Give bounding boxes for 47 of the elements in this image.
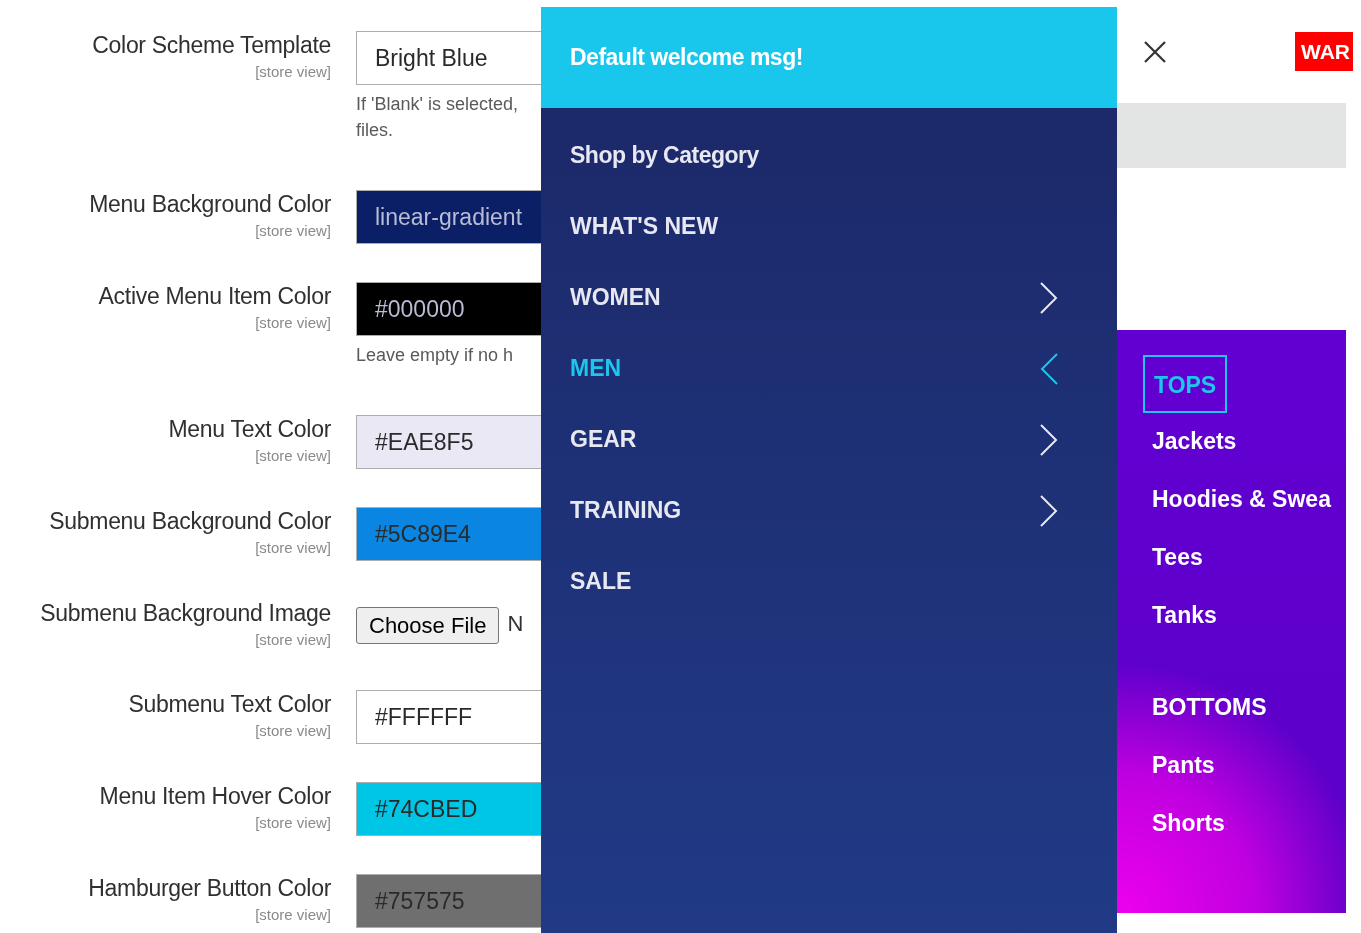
field-label: Active Menu Item Color xyxy=(98,282,331,310)
file-status: N xyxy=(507,610,524,638)
field-label: Menu Text Color xyxy=(168,415,331,443)
submenu-link[interactable]: Shorts xyxy=(1143,795,1234,853)
scope-label: [store view] xyxy=(255,722,331,740)
scope-label: [store view] xyxy=(255,314,331,332)
submenu-link[interactable]: Hoodies & Swea xyxy=(1143,471,1340,529)
promo-badge: WAR xyxy=(1295,31,1353,72)
menu-item[interactable]: SALE xyxy=(541,546,1117,617)
scope-label: [store view] xyxy=(255,447,331,465)
welcome-message: Default welcome msg! xyxy=(541,7,1117,108)
scope-label: [store view] xyxy=(255,539,331,557)
menu-item[interactable]: TRAINING xyxy=(541,475,1117,546)
field-label: Hamburger Button Color xyxy=(88,874,331,902)
scope-label: [store view] xyxy=(255,631,331,649)
field-label: Submenu Background Color xyxy=(49,507,331,535)
color-field[interactable]: #74CBED xyxy=(356,782,541,836)
color-field[interactable]: linear-gradient xyxy=(356,190,541,244)
menu-item[interactable]: WHAT'S NEW xyxy=(541,191,1117,262)
field-label: Menu Background Color xyxy=(89,190,331,218)
scope-label: [store view] xyxy=(255,906,331,924)
scope-label: [store view] xyxy=(255,222,331,240)
submenu-link[interactable]: Jackets xyxy=(1143,413,1246,471)
submenu-link[interactable]: Pants xyxy=(1143,737,1224,795)
field-label: Submenu Text Color xyxy=(128,690,331,718)
menu-item[interactable]: GEAR xyxy=(541,404,1117,475)
scope-label: [store view] xyxy=(255,814,331,832)
menu-item[interactable]: MEN xyxy=(541,333,1117,404)
choose-file-button[interactable]: Choose File xyxy=(356,607,500,644)
menu-item[interactable]: WOMEN xyxy=(541,262,1117,333)
hint-text: Leave empty if no h xyxy=(356,344,515,367)
color-field[interactable]: #FFFFFF xyxy=(356,690,541,744)
submenu-link[interactable]: Tanks xyxy=(1143,587,1226,645)
field-label: Submenu Background Image xyxy=(40,599,331,627)
submenu-link[interactable]: Tees xyxy=(1143,529,1212,587)
select-field[interactable]: Bright Blue xyxy=(356,31,541,85)
close-icon[interactable] xyxy=(1143,39,1167,64)
field-label: Menu Item Hover Color xyxy=(99,782,331,810)
color-field[interactable]: #EAE8F5 xyxy=(356,415,541,469)
submenu-heading[interactable]: TOPS xyxy=(1143,355,1228,413)
hint-text: If 'Blank' is selected, files. xyxy=(356,93,519,142)
scope-label: [store view] xyxy=(255,63,331,81)
submenu-heading[interactable]: BOTTOMS xyxy=(1143,679,1276,737)
field-label: Color Scheme Template xyxy=(92,31,331,59)
color-field[interactable]: #000000 xyxy=(356,282,541,336)
color-field[interactable]: #5C89E4 xyxy=(356,507,541,561)
menu-heading[interactable]: Shop by Category xyxy=(541,120,1117,191)
